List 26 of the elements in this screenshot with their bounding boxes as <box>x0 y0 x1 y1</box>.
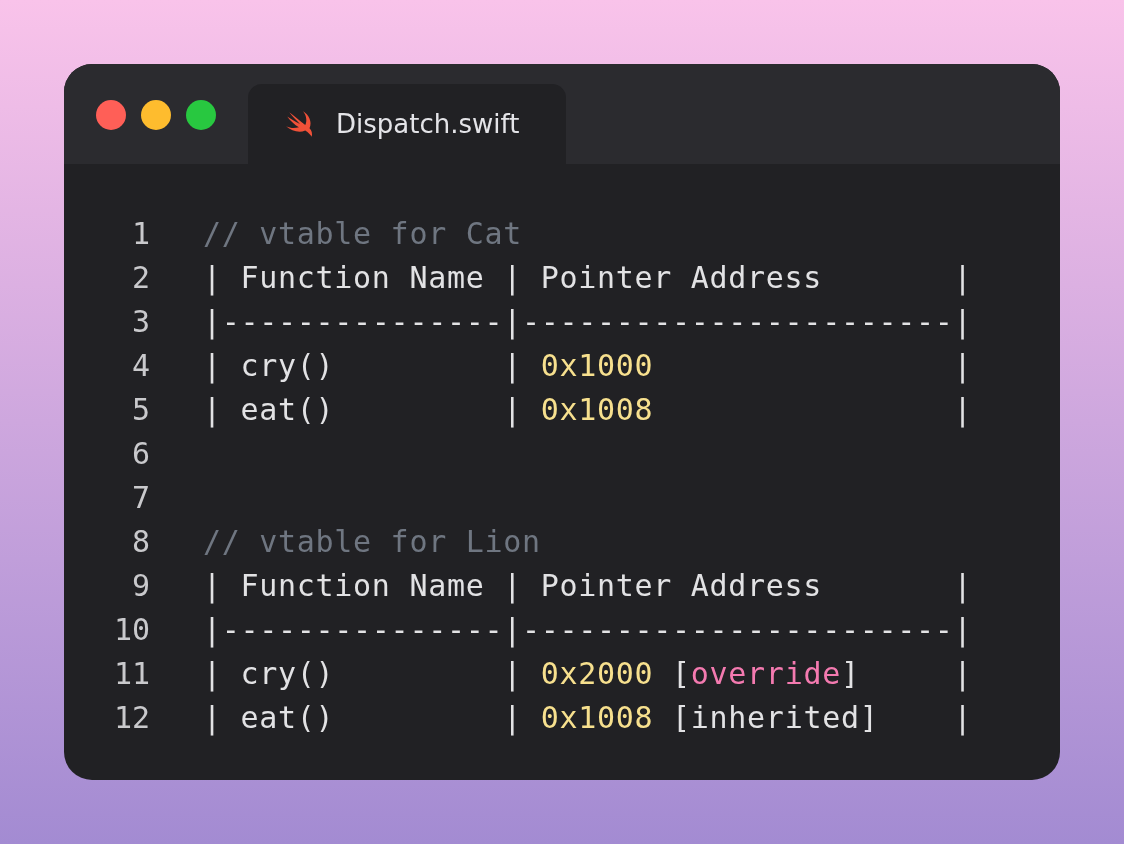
code-line: | Function Name | Pointer Address | <box>203 259 973 295</box>
code-line: |---------------|-----------------------| <box>203 611 973 647</box>
line-number: 5 <box>130 391 150 427</box>
code-line: |---------------|-----------------------| <box>203 303 973 339</box>
file-tab[interactable]: Dispatch.swift <box>248 84 566 164</box>
code-line: | Function Name | Pointer Address | <box>203 567 973 603</box>
code-line: | cry() | 0x2000 [override] | <box>203 655 973 691</box>
line-number: 1 <box>130 215 150 251</box>
code-line: | eat() | 0x1008 [inherited] | <box>203 699 973 735</box>
line-number: 11 <box>112 655 150 691</box>
code-line: | cry() | 0x1000 | <box>203 347 973 383</box>
line-number: 2 <box>130 259 150 295</box>
line-number: 8 <box>130 523 150 559</box>
window-control-icon[interactable] <box>141 100 171 130</box>
line-number: 7 <box>130 479 150 515</box>
code-line: | eat() | 0x1008 | <box>203 391 973 427</box>
line-number: 10 <box>112 611 150 647</box>
line-number: 9 <box>130 567 150 603</box>
code-line: // vtable for Cat <box>203 215 522 251</box>
line-number: 3 <box>130 303 150 339</box>
line-number: 4 <box>130 347 150 383</box>
code-line: // vtable for Lion <box>203 523 541 559</box>
window-control-icon[interactable] <box>186 100 216 130</box>
line-number: 6 <box>130 435 150 471</box>
line-number: 12 <box>112 699 150 735</box>
window-control-icon[interactable] <box>96 100 126 130</box>
